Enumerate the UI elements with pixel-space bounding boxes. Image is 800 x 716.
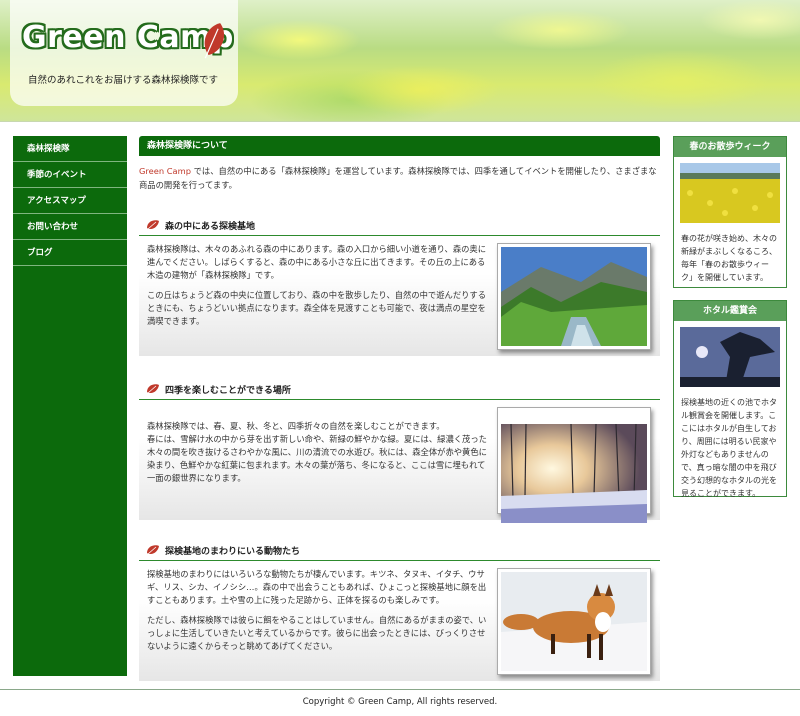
- footer: Copyright © Green Camp, All rights reser…: [0, 689, 800, 716]
- section-title: 四季を楽しむことができる場所: [165, 386, 291, 396]
- sidebar-item-access-map[interactable]: アクセスマップ: [13, 188, 127, 214]
- paragraph: 森林探検隊では、春、夏、秋、冬と、四季折々の自然を楽しむことができます。 春には…: [147, 421, 487, 483]
- main-content: 森林探検隊について Green Camp では、自然の中にある「森林探検隊」を運…: [139, 136, 660, 681]
- event-description: 春の花が咲き始め、木々の新緑がまぶしくなるころ、毎年「春のお散歩ウィーク」を開催…: [681, 234, 777, 282]
- section-title: 森の中にある探検基地: [165, 222, 256, 232]
- section-base: 森の中にある探検基地 森林探検隊は、木々のあふれる森の中にあります。森の入口から…: [139, 216, 660, 356]
- flower-field-image: [680, 163, 780, 223]
- right-column-2: ホタル鑑賞会 探検基地の近くの池でホタル観賞会を開催します。ここにはホタルが自生…: [673, 300, 787, 498]
- section-title: 探検基地のまわりにいる動物たち: [165, 547, 301, 557]
- section-body: 探検基地のまわりにはいろいろな動物たちが棲んでいます。キツネ、タヌキ、イタチ、ウ…: [139, 564, 660, 681]
- leaf-bullet-icon: [147, 545, 159, 555]
- section-animals: 探検基地のまわりにいる動物たち 探検基地のまわりにはいろいろな動物たちが棲んでい…: [139, 541, 660, 681]
- page-title: 森林探検隊について: [139, 136, 660, 156]
- section-heading: 森の中にある探検基地: [139, 216, 660, 236]
- sidebar-item-contact[interactable]: お問い合わせ: [13, 214, 127, 240]
- sidebar-nav: 森林探検隊 季節のイベント アクセスマップ お問い合わせ ブログ: [13, 136, 127, 676]
- fox-photo: [497, 568, 651, 675]
- paragraph: 森林探検隊は、木々のあふれる森の中にあります。森の入口から細い小道を通り、森の奥…: [147, 244, 487, 280]
- copyright-text: Copyright © Green Camp, All rights reser…: [302, 697, 498, 707]
- logo-area[interactable]: Green Camp 自然のあれこれをお届けする森林探検隊です: [10, 0, 238, 106]
- paragraph: ただし、森林探検隊では彼らに餌をやることはしていません。自然にあるがままの姿で、…: [147, 615, 487, 651]
- sidebar-item-seasonal-events[interactable]: 季節のイベント: [13, 162, 127, 188]
- section-heading: 四季を楽しむことができる場所: [139, 380, 660, 400]
- night-tree-image: [680, 327, 780, 387]
- right-column: 春のお散歩ウィーク 春の花が咲き始め、木々の新緑がまぶしくなるころ、毎年「春のお…: [673, 136, 787, 288]
- leaf-bullet-icon: [147, 384, 159, 394]
- intro-brand: Green Camp: [139, 166, 191, 176]
- leaf-bullet-icon: [147, 220, 159, 230]
- paragraph: 探検基地のまわりにはいろいろな動物たちが棲んでいます。キツネ、タヌキ、イタチ、ウ…: [147, 569, 487, 605]
- header-banner: Green Camp 自然のあれこれをお届けする森林探検隊です: [0, 0, 800, 122]
- event-description: 探検基地の近くの池でホタル観賞会を開催します。ここにはホタルが自生しており、周囲…: [681, 398, 777, 498]
- winter-forest-photo: [497, 407, 651, 523]
- section-seasons: 四季を楽しむことができる場所 森林探検隊では、春、夏、秋、冬と、四季折々の自然を…: [139, 380, 660, 523]
- event-title[interactable]: ホタル鑑賞会: [674, 301, 786, 321]
- section-body: 森林探検隊は、木々のあふれる森の中にあります。森の入口から細い小道を通り、森の奥…: [139, 239, 660, 356]
- section-heading: 探検基地のまわりにいる動物たち: [139, 541, 660, 561]
- event-box-firefly[interactable]: ホタル鑑賞会 探検基地の近くの池でホタル観賞会を開催します。ここにはホタルが自生…: [673, 300, 787, 498]
- event-box-spring-walk[interactable]: 春のお散歩ウィーク 春の花が咲き始め、木々の新緑がまぶしくなるころ、毎年「春のお…: [673, 136, 787, 288]
- sidebar-item-forest-team[interactable]: 森林探検隊: [13, 136, 127, 162]
- site-tagline: 自然のあれこれをお届けする森林探検隊です: [28, 75, 219, 86]
- sidebar-item-blog[interactable]: ブログ: [13, 240, 127, 266]
- section-body: 森林探検隊では、春、夏、秋、冬と、四季折々の自然を楽しむことができます。 春には…: [139, 403, 660, 523]
- event-title[interactable]: 春のお散歩ウィーク: [674, 137, 786, 157]
- river-photo: [497, 243, 651, 350]
- intro-body: では、自然の中にある「森林探検隊」を運営しています。森林探検隊では、四季を通して…: [139, 166, 657, 190]
- intro-text: Green Camp では、自然の中にある「森林探検隊」を運営しています。森林探…: [139, 164, 660, 192]
- leaf-logo-icon: [204, 23, 224, 59]
- paragraph: この丘はちょうど森の中央に位置しており、森の中を散歩したり、自然の中で遊んだりす…: [147, 290, 487, 326]
